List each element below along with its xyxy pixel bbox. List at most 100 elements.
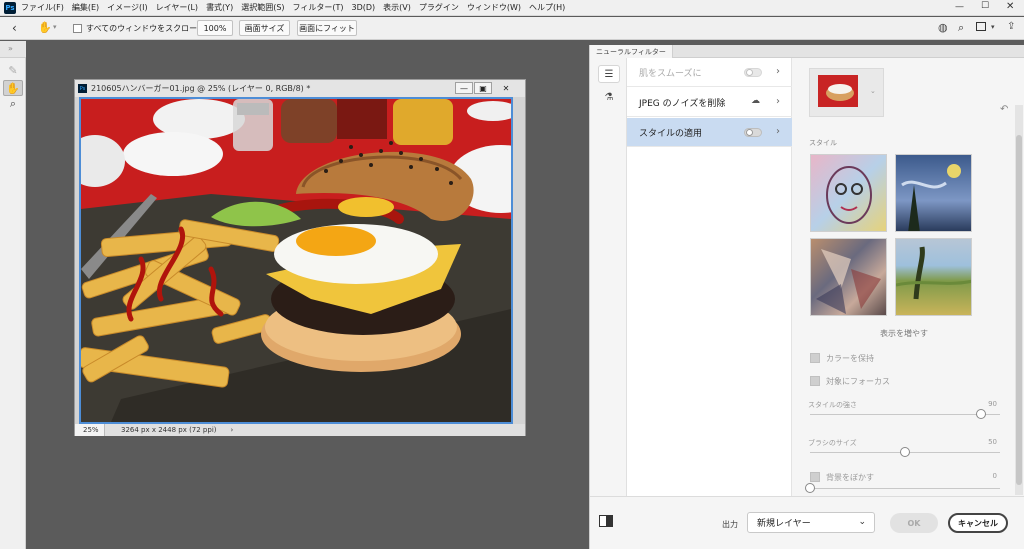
compare-view-icon[interactable] [599,515,613,527]
neural-filters-tab[interactable]: ニューラルフィルター [590,45,673,58]
photoshop-logo-icon: Ps [4,1,16,14]
style-strength-knob[interactable] [976,409,986,419]
workspace-dropdown-icon[interactable]: ▾ [991,23,995,31]
preview-dropdown-icon[interactable]: ⌄ [870,87,876,95]
fill-screen-button[interactable]: 画面にフィット [297,20,357,36]
toolbar: ✎ ✋ ⌕ [0,58,26,549]
zoom-100-button[interactable]: 100% [197,20,233,36]
back-arrow-icon[interactable]: ‹ [12,21,17,35]
filter-toggle[interactable] [744,128,762,137]
filter-list: 肌をスムーズに › JPEG のノイズを削除 ☁ › スタイルの適用 › [627,58,792,496]
blur-background-checkbox[interactable] [810,472,820,482]
share-icon[interactable]: ⇪ [1007,21,1015,32]
options-bar: ‹ ✋ ▾ すべてのウィンドウをスクロール 100% 画面サイズ 画面にフィット… [0,17,1024,40]
menu-type[interactable]: 書式(Y) [206,2,233,13]
scroll-all-checkbox[interactable] [73,24,82,33]
photo-canvas[interactable] [79,97,513,424]
blur-background-value: 0 [992,472,997,480]
blur-background-label: 背景をぼかす [826,473,874,482]
output-select[interactable]: 新規レイヤー ⌄ [747,512,875,533]
blur-background-knob[interactable] [805,483,815,493]
doc-close-button[interactable]: ✕ [497,82,515,94]
collapse-toolbar-icon[interactable]: » [8,44,13,53]
menu-file[interactable]: ファイル(F) [21,2,64,13]
zoom-tool-icon[interactable]: ⌕ [3,96,23,112]
doc-maximize-button[interactable]: ▣ [474,82,492,94]
fit-screen-button[interactable]: 画面サイズ [239,20,290,36]
focus-subject-label: 対象にフォーカス [826,377,890,386]
filter-settings: ⌄ ↶ スタイル 表示を増やす カラーを保持 対象にフォーカス スタイルの強さ … [792,58,1024,496]
preview-thumbnail[interactable]: ⌄ [809,68,884,117]
menu-view[interactable]: 表示(V) [383,2,411,13]
maximize-app-icon[interactable]: ☐ [981,1,989,11]
filter-toggle[interactable] [744,68,762,77]
menu-help[interactable]: ヘルプ(H) [529,2,565,13]
hand-tool-icon: ✋ [38,21,52,34]
cancel-button[interactable]: キャンセル [948,513,1008,533]
settings-scrollbar-thumb[interactable] [1016,135,1022,485]
doc-minimize-button[interactable]: — [455,82,473,94]
style-section-label: スタイル [809,139,837,147]
filter-skin-smoothing[interactable]: 肌をスムーズに › [627,58,792,87]
style-strength-value: 90 [988,400,997,408]
blur-background-track[interactable] [810,488,1000,489]
toolbar-grip[interactable]: » [0,41,26,58]
preserve-color-checkbox[interactable] [810,353,820,363]
beaker-icon[interactable]: ⚗ [598,88,620,106]
panel-icon-column: ☰ ⚗ [590,58,627,496]
panel-tab-bar: ニューラルフィルター [590,45,1024,58]
document-status-bar: 25% 3264 px x 2448 px (72 ppi) › [75,424,525,436]
filter-label: JPEG のノイズを削除 [639,98,726,109]
style-tile-portrait[interactable] [810,154,887,232]
filter-style-transfer[interactable]: スタイルの適用 › [627,118,792,147]
brush-tool-icon[interactable]: ✎ [3,62,23,78]
output-select-value: 新規レイヤー [757,519,811,529]
brush-size-label: ブラシのサイズ [808,439,857,447]
filter-jpeg-artifacts[interactable]: JPEG のノイズを削除 ☁ › [627,88,792,117]
preserve-color-label: カラーを保持 [826,354,874,363]
menu-window[interactable]: ウィンドウ(W) [467,2,521,13]
menu-layer[interactable]: レイヤー(L) [156,2,198,13]
cloud-download-icon[interactable]: ☁ [751,96,760,106]
style-tile-starry-night[interactable] [895,154,972,232]
document-window: Ps 210605ハンバーガー01.jpg @ 25% (レイヤー 0, RGB… [74,79,526,436]
zoom-readout[interactable]: 25% [75,424,105,436]
chevron-right-icon: › [776,96,780,107]
output-label: 出力 [722,520,738,529]
brush-size-value: 50 [988,438,997,446]
workspace-icon[interactable] [976,22,986,31]
hand-tool-button[interactable]: ✋ [3,80,23,96]
scroll-all-label: すべてのウィンドウをスクロール [86,24,206,33]
filter-label: 肌をスムーズに [639,68,702,79]
undo-icon[interactable]: ↶ [1000,104,1008,115]
style-tile-cubist[interactable] [810,238,887,316]
panel-footer: 出力 新規レイヤー ⌄ OK キャンセル [590,496,1024,549]
menu-plugins[interactable]: プラグイン [419,2,459,13]
brush-size-knob[interactable] [900,447,910,457]
menu-select[interactable]: 選択範囲(S) [241,2,284,13]
style-strength-track[interactable] [810,414,1000,415]
user-icon[interactable]: ◍ [938,21,948,34]
filter-label: スタイルの適用 [639,128,703,139]
cubist-art [816,249,881,314]
portrait-art [826,166,872,224]
status-menu-arrow-icon[interactable]: › [231,426,234,434]
menu-filter[interactable]: フィルター(T) [293,2,344,13]
search-icon[interactable]: ⌕ [958,21,964,35]
show-more-link[interactable]: 表示を増やす [809,328,999,339]
wheatfield-art [896,246,971,300]
close-app-icon[interactable]: ✕ [1006,1,1014,12]
starry-night-art [901,164,961,231]
ok-button[interactable]: OK [890,513,938,533]
minimize-app-icon[interactable]: — [955,2,964,12]
menu-edit[interactable]: 編集(E) [72,2,99,13]
ps-doc-icon: Ps [78,84,87,93]
menu-bar: Ps ファイル(F) 編集(E) イメージ(I) レイヤー(L) 書式(Y) 選… [0,0,1024,16]
menu-3d[interactable]: 3D(D) [352,3,376,12]
burger-photo [81,99,511,422]
menu-image[interactable]: イメージ(I) [107,2,147,13]
focus-subject-checkbox[interactable] [810,376,820,386]
style-tile-wheatfield[interactable] [895,238,972,316]
filters-sliders-icon[interactable]: ☰ [598,65,620,83]
tool-preset-dropdown-icon[interactable]: ▾ [53,23,57,31]
